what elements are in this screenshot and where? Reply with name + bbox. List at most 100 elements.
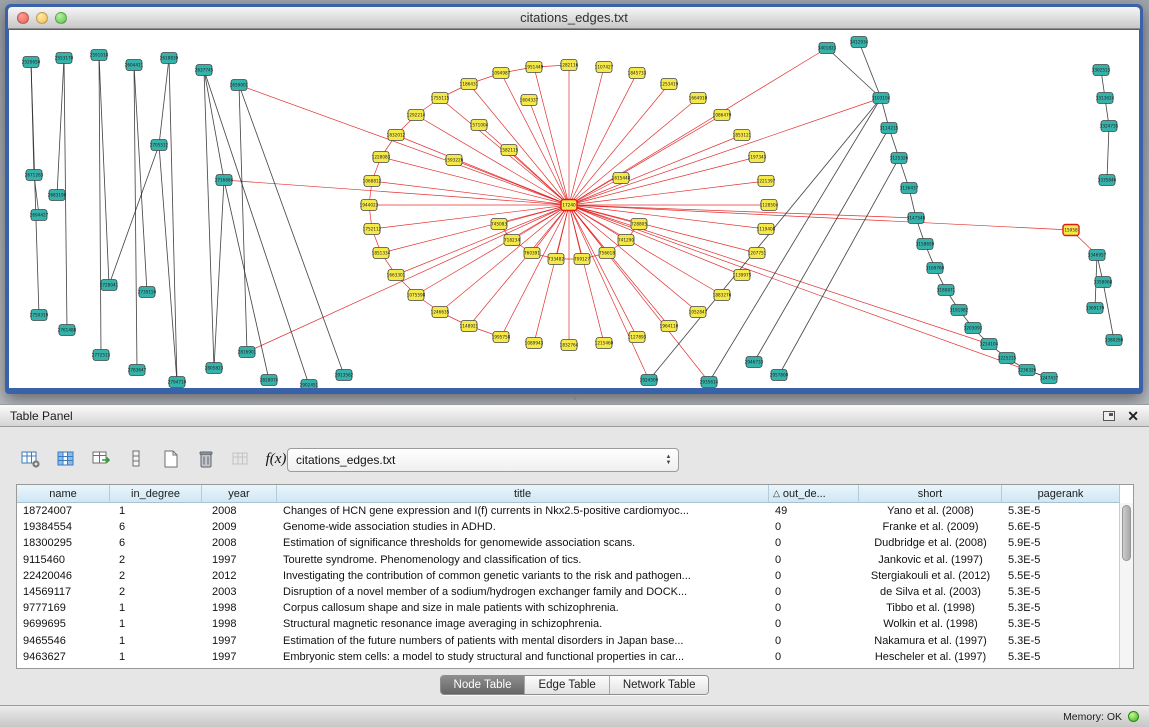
network-node[interactable]: 2913562 [335,370,354,381]
network-node[interactable]: 1615448 [612,173,631,184]
network-node[interactable]: 1853121 [733,130,752,141]
network-node[interactable]: 3136437 [900,183,919,194]
tab-edge-table[interactable]: Edge Table [524,676,608,694]
network-node[interactable]: 1089943 [525,338,544,349]
network-node[interactable]: 1944023 [360,200,379,211]
column-header-title[interactable]: title [277,485,769,503]
network-node[interactable]: 3114215 [880,123,899,134]
network-node[interactable]: 3401823 [818,43,837,54]
panel-splitter-handle[interactable]: ▾ [567,394,583,403]
network-node[interactable]: 2957800 [770,370,789,381]
network-node[interactable]: 2604411 [125,60,144,71]
network-node[interactable]: 3225215 [998,353,1017,364]
network-node[interactable]: 1068812 [363,176,382,187]
table-row[interactable]: 1938455462009Genome-wide association stu… [17,519,1120,535]
network-node[interactable]: 1663301 [387,270,406,281]
network-node[interactable]: 2750319 [30,310,49,321]
network-node[interactable]: 1221397 [757,176,776,187]
table-row[interactable]: 2242004622012Investigating the contribut… [17,568,1120,584]
network-node[interactable]: 1951449 [525,62,544,73]
network-node[interactable]: 1253419 [660,79,679,90]
network-node[interactable]: 1851334 [372,248,391,259]
network-node[interactable]: 2520650 [22,57,41,68]
column-header-out-de[interactable]: △out_de... [769,485,859,503]
network-node[interactable]: 1086479 [713,110,732,121]
network-node[interactable]: 2902451 [300,380,319,389]
table-row[interactable]: 1830029562008Estimation of significance … [17,535,1120,551]
network-node[interactable]: 3147548 [907,213,926,224]
network-node[interactable]: 1832764 [560,340,579,351]
network-node[interactable]: 1995758 [492,332,511,343]
network-node[interactable]: 1127893 [628,332,647,343]
network-node[interactable]: 728805 [631,219,647,230]
network-node[interactable]: 1119408 [757,224,776,235]
network-node[interactable]: 718234 [504,235,520,246]
network-node[interactable]: 2671263 [25,170,44,181]
network-node[interactable]: 3236326 [1018,365,1037,376]
network-node[interactable]: 1207751 [748,248,767,259]
tab-node-table[interactable]: Node Table [441,676,525,694]
network-node[interactable]: 1107427 [595,62,614,73]
tab-network-table[interactable]: Network Table [609,676,709,694]
network-node[interactable]: 1292214 [407,110,426,121]
network-node[interactable]: 1571004 [470,120,489,131]
zoom-window-button[interactable] [55,12,67,24]
network-node[interactable]: 2828074 [260,375,279,386]
network-node[interactable]: 2783647 [128,365,147,376]
network-node[interactable]: 3313624 [1096,93,1115,104]
network-node[interactable]: 1282116 [560,60,579,71]
network-node[interactable]: 1964110 [660,321,679,332]
network-node[interactable]: 3324735 [1100,121,1119,132]
network-node[interactable]: 2772513 [92,350,111,361]
network-node[interactable]: 3380280 [1105,335,1124,346]
network-node[interactable]: 1075598 [407,290,426,301]
float-panel-icon[interactable] [1103,411,1115,421]
column-header-in-degree[interactable]: in_degree [110,485,202,503]
column-header-pagerank[interactable]: pagerank [1002,485,1120,503]
network-node[interactable]: 3346957 [1088,250,1107,261]
network-node[interactable]: 1197343 [748,152,767,163]
network-node[interactable]: 1148921 [460,321,479,332]
scrollbar-thumb[interactable] [1122,505,1131,561]
network-node[interactable]: 2728041 [100,280,119,291]
close-panel-icon[interactable]: ✕ [1127,410,1139,422]
network-node[interactable]: 3302513 [1092,65,1111,76]
column-header-name[interactable]: name [17,485,110,503]
table-row[interactable]: 946554611997Estimation of the future num… [17,633,1120,649]
network-node[interactable]: 2816901 [238,347,257,358]
close-window-button[interactable] [17,12,29,24]
network-node[interactable]: 1094987 [492,68,511,79]
network-node[interactable]: 2794710 [168,377,187,388]
network-node[interactable]: 2739150 [138,287,157,298]
create-table-icon[interactable] [158,446,184,472]
network-node[interactable]: 1604337 [520,95,539,106]
network-node[interactable]: 3103104 [872,93,891,104]
table-selector-dropdown[interactable]: citations_edges.txt ▲▼ [287,448,679,472]
network-node[interactable]: 3203093 [964,323,983,334]
column-header-short[interactable]: short [859,485,1002,503]
network-node[interactable]: 745083 [491,219,507,230]
network-node[interactable]: 3369179 [1086,303,1105,314]
network-node[interactable]: 1832012 [387,130,406,141]
network-node[interactable]: 1883276 [713,290,732,301]
network-node[interactable]: 2659001 [230,80,249,91]
network-node[interactable]: 2591018 [90,50,109,61]
network-node[interactable]: 17240 [561,200,577,211]
table-scrollbar[interactable] [1119,503,1133,668]
network-node[interactable]: 2935614 [700,377,719,388]
network-node[interactable]: 733482 [548,254,564,265]
network-node[interactable]: 2618839 [160,53,179,64]
network-node[interactable]: 756618 [599,248,615,259]
network-node[interactable]: 709127 [574,254,590,265]
network-node[interactable]: 3335846 [1098,175,1117,186]
network-node[interactable]: 2553170 [55,53,74,64]
network-node[interactable]: 1755115 [431,93,450,104]
network-node[interactable]: 1228083 [372,152,391,163]
network-node[interactable]: 3158659 [916,239,935,250]
network-node[interactable]: 15958 [1063,225,1079,236]
network-node[interactable]: 3247437 [1040,373,1059,384]
table-row[interactable]: 977716911998Corpus callosum shape and si… [17,600,1120,616]
table-row[interactable]: 1456911722003Disruption of a novel membe… [17,584,1120,600]
network-node[interactable]: 760391 [524,248,540,259]
network-node[interactable]: 741290 [618,235,634,246]
